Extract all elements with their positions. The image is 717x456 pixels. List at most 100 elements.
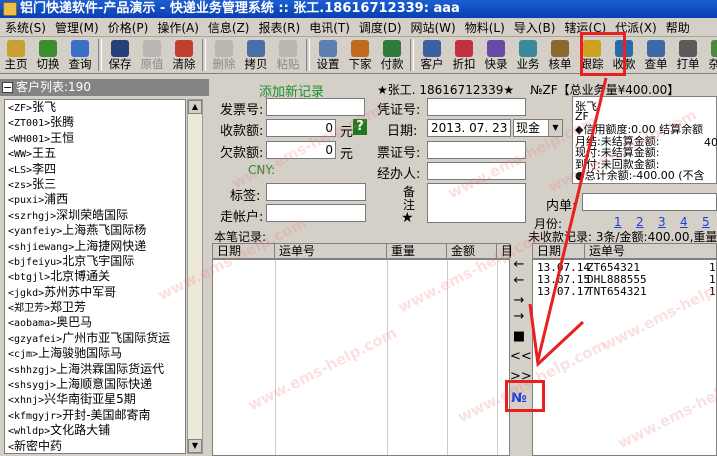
payment-method-select[interactable]: 现金 ▼ — [513, 119, 563, 137]
home-button[interactable]: 主页 — [0, 38, 32, 72]
unpaid-row[interactable]: 13.07.17 TNT654321 1 — [533, 286, 716, 298]
owed-input[interactable]: 0 — [266, 141, 336, 159]
settings-button[interactable]: 设置 — [312, 38, 344, 72]
note-textarea[interactable] — [427, 183, 526, 223]
payment-col-header[interactable]: 金额 — [447, 244, 497, 258]
customer-list-item[interactable]: <WW>王五 — [5, 146, 185, 161]
customer-list-item[interactable]: <shhzgj>上海洪霖国际货运代 — [5, 362, 185, 377]
menu-item-2[interactable]: 价格(P) — [103, 18, 153, 36]
month-link[interactable]: 1 — [614, 215, 622, 229]
delete-button[interactable]: 删除 — [208, 38, 240, 72]
unpaid-col-header[interactable]: 日期 — [533, 244, 585, 258]
next-button[interactable]: 下家 — [344, 38, 376, 72]
payment-button[interactable]: 付款 — [376, 38, 408, 72]
customer-list-item[interactable]: <ZT001>张腾 — [5, 115, 185, 130]
copy-button[interactable]: 拷贝 — [240, 38, 272, 72]
customer-list-item[interactable]: <szrhgj>深圳荣皓国际 — [5, 208, 185, 223]
amount-input[interactable]: 0 — [266, 119, 336, 137]
menu-item-13[interactable]: 帮助 — [661, 18, 694, 36]
ticket-input[interactable] — [427, 141, 526, 159]
customer-list-item[interactable]: <btgjl>北京博通关 — [5, 269, 185, 284]
verify-button[interactable]: 核单 — [544, 38, 576, 72]
payment-grid[interactable] — [212, 259, 510, 456]
month-link[interactable]: 4 — [680, 215, 688, 229]
dropdown-arrow-icon[interactable]: ▼ — [548, 120, 562, 136]
menu-item-5[interactable]: 报表(R) — [253, 18, 304, 36]
customer-name: 开封-美国邮寄南 — [62, 407, 151, 422]
menu-item-8[interactable]: 网站(W) — [406, 18, 460, 36]
customer-list-item[interactable]: <ZF>张飞 — [5, 100, 185, 115]
month-link[interactable]: 2 — [636, 215, 644, 229]
menu-item-4[interactable]: 信息(Z) — [203, 18, 254, 36]
customer-list-item[interactable]: <郑卫芳>郑卫芳 — [5, 300, 185, 315]
inner-order-label: 内单: — [546, 199, 577, 214]
customer-list-scrollbar[interactable]: ▲ ▼ — [187, 99, 203, 454]
date-input[interactable]: 2013. 07. 23 — [427, 119, 511, 137]
month-link[interactable]: 3 — [658, 215, 666, 229]
menu-item-9[interactable]: 物料(L) — [460, 18, 509, 36]
paste-button[interactable]: 粘贴 — [272, 38, 304, 72]
customer-code: <zs> — [8, 179, 33, 191]
menu-item-1[interactable]: 管理(M) — [50, 18, 103, 36]
payment-col-header[interactable]: 目 — [497, 244, 513, 258]
customer-button[interactable]: 客户 — [416, 38, 448, 72]
quick-entry-button[interactable]: 快录 — [480, 38, 512, 72]
search-button[interactable]: 查询 — [64, 38, 96, 72]
save-button[interactable]: 保存 — [104, 38, 136, 72]
menu-item-3[interactable]: 操作(A) — [152, 18, 203, 36]
business-button[interactable]: 业务 — [512, 38, 544, 72]
menu-item-6[interactable]: 电讯(T) — [304, 18, 354, 36]
customer-list-header[interactable]: − 客户列表:190 — [0, 79, 209, 96]
customer-list-item[interactable]: <shsygj>上海顺意国际快递 — [5, 377, 185, 392]
customer-list-item[interactable]: <zs>张三 — [5, 177, 185, 192]
customer-list-item[interactable]: <shjiewang>上海捷网快递 — [5, 239, 185, 254]
voucher-input[interactable] — [427, 98, 526, 116]
query-order-button[interactable]: 查单 — [640, 38, 672, 72]
transfer-buttons: ← ← → → ■ << >> № — [510, 250, 532, 456]
move-all-left-icon[interactable]: ← — [510, 272, 528, 290]
customer-list-item[interactable]: <gzyafei>广州市亚飞国际货运 — [5, 331, 185, 346]
unpaid-col-header[interactable]: 运单号 — [585, 244, 717, 258]
customer-list-item[interactable]: <LS>李四 — [5, 162, 185, 177]
menu-item-7[interactable]: 调度(D) — [354, 18, 406, 36]
scroll-up-icon[interactable]: ▲ — [188, 100, 202, 114]
stop-icon[interactable]: ■ — [510, 328, 528, 346]
switch-button[interactable]: 切换 — [32, 38, 64, 72]
help-icon[interactable]: ? — [353, 119, 367, 135]
collapse-icon[interactable]: − — [2, 82, 13, 93]
payment-col-header[interactable]: 运单号 — [275, 244, 387, 258]
month-link[interactable]: 5 — [702, 215, 710, 229]
customer-list-item[interactable]: <bjfeiyu>北京飞宇国际 — [5, 254, 185, 269]
customer-list-item[interactable]: <yanfeiy>上海燕飞国际杨 — [5, 223, 185, 238]
customer-list-item[interactable]: <kfmgyjr>开封-美国邮寄南 — [5, 408, 185, 423]
customer-list-item[interactable]: <aobama>奥巴马 — [5, 315, 185, 330]
restore-button[interactable]: 原值 — [136, 38, 168, 72]
unpaid-grid[interactable]: 13.07.14 ZT654321 1 13.07.15 DHL888555 1 13.07… — [532, 259, 717, 456]
print-button[interactable]: 打单 — [672, 38, 704, 72]
menu-item-0[interactable]: 系统(S) — [0, 18, 50, 36]
customer-list[interactable]: <ZF>张飞 <ZT001>张腾 <WH001>王恒 <WW>王五 <LS>李四 <zs>… — [4, 99, 186, 454]
inner-order-input[interactable] — [582, 193, 717, 211]
customer-list-item[interactable]: <新密中药 — [5, 439, 185, 453]
rewind-icon[interactable]: << — [510, 348, 532, 366]
clear-button[interactable]: 清除 — [168, 38, 200, 72]
customer-list-item[interactable]: <puxi>浦西 — [5, 192, 185, 207]
tag-input[interactable] — [266, 183, 366, 201]
customer-code: <jgkd> — [8, 287, 45, 299]
misc-button[interactable]: 杂收 — [704, 38, 717, 72]
customer-list-item[interactable]: <xhnj>兴华南街亚星5期 — [5, 392, 185, 407]
menu-item-10[interactable]: 导入(B) — [509, 18, 560, 36]
scroll-down-icon[interactable]: ▼ — [188, 439, 202, 453]
customer-list-item[interactable]: <WH001>王恒 — [5, 131, 185, 146]
handler-input[interactable] — [427, 162, 526, 180]
customer-list-item[interactable]: <jgkd>苏州苏中军哥 — [5, 285, 185, 300]
customer-list-item[interactable]: <whldp>文化路大铺 — [5, 423, 185, 438]
move-all-right-icon[interactable]: → — [510, 308, 528, 326]
customer-list-item[interactable]: <cjm>上海骏驰国际马 — [5, 346, 185, 361]
discount-button[interactable]: 折扣 — [448, 38, 480, 72]
payment-col-header[interactable]: 日期 — [213, 244, 275, 258]
payment-col-header[interactable]: 重量 — [387, 244, 447, 258]
account-input[interactable] — [266, 204, 366, 222]
customer-name: 文化路大铺 — [50, 423, 111, 438]
invoice-input[interactable] — [266, 98, 365, 116]
